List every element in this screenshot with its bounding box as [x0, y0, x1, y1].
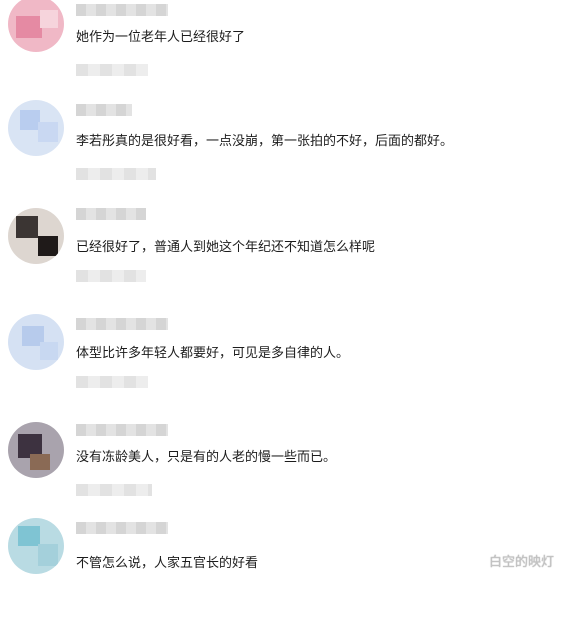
comment-meta-blur — [76, 168, 156, 180]
comment-meta-blur — [76, 376, 148, 388]
username-blur[interactable] — [76, 522, 168, 534]
comment-item: 她作为一位老年人已经很好了 — [0, 0, 564, 104]
avatar[interactable] — [8, 518, 64, 574]
avatar[interactable] — [8, 208, 64, 264]
avatar[interactable] — [8, 314, 64, 370]
username-blur[interactable] — [76, 4, 168, 16]
watermark: 白空的映灯 — [488, 555, 554, 570]
comment-text: 李若彤真的是很好看，一点没崩，第一张拍的不好，后面的都好。 — [76, 134, 454, 149]
comment-item: 李若彤真的是很好看，一点没崩，第一张拍的不好，后面的都好。 — [0, 96, 564, 200]
comment-text: 不管怎么说，人家五官长的好看 — [76, 556, 259, 571]
comment-item: 不管怎么说，人家五官长的好看 — [0, 516, 564, 620]
comment-item: 已经很好了，普通人到她这个年纪还不知道怎么样呢 — [0, 204, 564, 308]
username-blur[interactable] — [76, 208, 146, 220]
comment-meta-blur — [76, 484, 152, 496]
username-blur[interactable] — [76, 104, 132, 116]
avatar[interactable] — [8, 100, 64, 156]
avatar[interactable] — [8, 0, 64, 52]
comment-meta-blur — [76, 64, 148, 76]
comment-meta-blur — [76, 270, 146, 282]
username-blur[interactable] — [76, 424, 168, 436]
comment-text: 没有冻龄美人，只是有的人老的慢一些而已。 — [76, 450, 337, 465]
comment-text: 她作为一位老年人已经很好了 — [76, 30, 246, 45]
username-blur[interactable] — [76, 318, 168, 330]
avatar[interactable] — [8, 422, 64, 478]
comment-text: 已经很好了，普通人到她这个年纪还不知道怎么样呢 — [76, 240, 376, 255]
comment-text: 体型比许多年轻人都要好，可见是多自律的人。 — [76, 346, 350, 361]
comment-item: 没有冻龄美人，只是有的人老的慢一些而已。 — [0, 418, 564, 522]
comment-item: 体型比许多年轻人都要好，可见是多自律的人。 — [0, 312, 564, 416]
